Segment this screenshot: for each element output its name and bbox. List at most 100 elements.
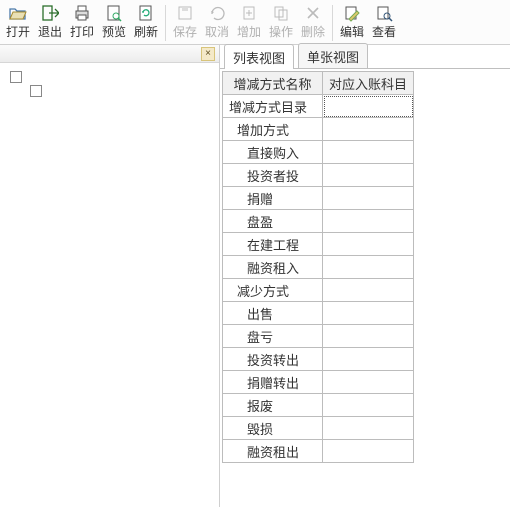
tab-list-view[interactable]: 列表视图 <box>224 44 294 69</box>
cell-name[interactable]: 捐赠 <box>223 187 323 210</box>
op-button: 操作 <box>265 2 297 44</box>
cell-account[interactable] <box>323 394 414 417</box>
grid-container: 增减方式名称 对应入账科目 增减方式目录增加方式直接购入投资者投捐赠盘盈在建工程… <box>220 69 510 507</box>
cell-name[interactable]: 捐赠转出 <box>223 371 323 394</box>
cell-account[interactable] <box>323 164 414 187</box>
printer-icon <box>72 3 92 23</box>
tree[interactable] <box>0 63 219 507</box>
table-row[interactable]: 直接购入 <box>223 141 414 164</box>
cell-account[interactable] <box>323 256 414 279</box>
cell-name[interactable]: 融资租入 <box>223 256 323 279</box>
main-area: × 列表视图 单张视图 增减方式名称 对应入账科目 <box>0 45 510 507</box>
cell-account[interactable] <box>323 279 414 302</box>
table-row[interactable]: 增加方式 <box>223 118 414 141</box>
cell-account[interactable] <box>323 210 414 233</box>
cell-account[interactable] <box>323 325 414 348</box>
refresh-icon <box>136 3 156 23</box>
tab-bar: 列表视图 单张视图 <box>220 45 510 69</box>
cell-account[interactable] <box>323 141 414 164</box>
cell-name[interactable]: 投资者投 <box>223 164 323 187</box>
delete-button: 删除 <box>297 2 329 44</box>
open-button[interactable]: 打开 <box>2 2 34 44</box>
exit-button[interactable]: 退出 <box>34 2 66 44</box>
cell-account[interactable] <box>323 302 414 325</box>
op-label: 操作 <box>269 25 293 39</box>
edit-label: 编辑 <box>340 25 364 39</box>
table-row[interactable]: 投资转出 <box>223 348 414 371</box>
toolbar-separator <box>165 5 166 41</box>
tab-single-view[interactable]: 单张视图 <box>298 43 368 68</box>
preview-label: 预览 <box>102 25 126 39</box>
checkbox-icon[interactable] <box>30 85 42 97</box>
exit-label: 退出 <box>38 25 62 39</box>
delete-label: 删除 <box>301 25 325 39</box>
table-row[interactable]: 减少方式 <box>223 279 414 302</box>
cell-name[interactable]: 毁损 <box>223 417 323 440</box>
table-row[interactable]: 盘亏 <box>223 325 414 348</box>
table-row[interactable]: 报废 <box>223 394 414 417</box>
table-row[interactable]: 融资租出 <box>223 440 414 463</box>
checkbox-icon[interactable] <box>10 71 22 83</box>
cell-account[interactable] <box>323 118 414 141</box>
add-label: 增加 <box>237 25 261 39</box>
tree-node[interactable] <box>30 85 215 97</box>
cell-name[interactable]: 直接购入 <box>223 141 323 164</box>
cancel-label: 取消 <box>205 25 229 39</box>
open-label: 打开 <box>6 25 30 39</box>
tree-node[interactable] <box>10 71 215 83</box>
refresh-button[interactable]: 刷新 <box>130 2 162 44</box>
cell-account[interactable] <box>323 348 414 371</box>
toolbar-separator <box>332 5 333 41</box>
view-label: 查看 <box>372 25 396 39</box>
cell-name[interactable]: 盘亏 <box>223 325 323 348</box>
table-row[interactable]: 融资租入 <box>223 256 414 279</box>
left-pane: × <box>0 45 220 507</box>
exit-icon <box>40 3 60 23</box>
table-row[interactable]: 捐赠 <box>223 187 414 210</box>
view-button[interactable]: 查看 <box>368 2 400 44</box>
edit-button[interactable]: 编辑 <box>336 2 368 44</box>
cell-account[interactable] <box>323 187 414 210</box>
cell-name[interactable]: 在建工程 <box>223 233 323 256</box>
cell-account[interactable] <box>323 417 414 440</box>
edit-icon <box>342 3 362 23</box>
cell-name[interactable]: 融资租出 <box>223 440 323 463</box>
print-button[interactable]: 打印 <box>66 2 98 44</box>
save-button: 保存 <box>169 2 201 44</box>
cell-name[interactable]: 增加方式 <box>223 118 323 141</box>
data-grid[interactable]: 增减方式名称 对应入账科目 增减方式目录增加方式直接购入投资者投捐赠盘盈在建工程… <box>222 71 414 463</box>
cell-name[interactable]: 增减方式目录 <box>223 95 323 118</box>
cell-name[interactable]: 出售 <box>223 302 323 325</box>
view-icon <box>374 3 394 23</box>
refresh-label: 刷新 <box>134 25 158 39</box>
table-row[interactable]: 盘盈 <box>223 210 414 233</box>
left-pane-header: × <box>0 45 219 63</box>
cell-name[interactable]: 投资转出 <box>223 348 323 371</box>
cell-name[interactable]: 减少方式 <box>223 279 323 302</box>
table-row[interactable]: 捐赠转出 <box>223 371 414 394</box>
table-row[interactable]: 增减方式目录 <box>223 95 414 118</box>
cell-account[interactable] <box>323 233 414 256</box>
column-header-name[interactable]: 增减方式名称 <box>223 72 323 95</box>
table-row[interactable]: 投资者投 <box>223 164 414 187</box>
folder-open-icon <box>8 3 28 23</box>
cell-account[interactable] <box>323 371 414 394</box>
add-button: 增加 <box>233 2 265 44</box>
print-label: 打印 <box>70 25 94 39</box>
close-icon[interactable]: × <box>201 47 215 61</box>
save-label: 保存 <box>173 25 197 39</box>
right-pane: 列表视图 单张视图 增减方式名称 对应入账科目 增减方式目录增加方式直接购入投资… <box>220 45 510 507</box>
preview-icon <box>104 3 124 23</box>
table-row[interactable]: 出售 <box>223 302 414 325</box>
op-icon <box>271 3 291 23</box>
column-header-account[interactable]: 对应入账科目 <box>323 72 414 95</box>
cancel-button: 取消 <box>201 2 233 44</box>
preview-button[interactable]: 预览 <box>98 2 130 44</box>
table-row[interactable]: 毁损 <box>223 417 414 440</box>
cell-account[interactable] <box>323 95 414 118</box>
cell-account[interactable] <box>323 440 414 463</box>
cell-name[interactable]: 盘盈 <box>223 210 323 233</box>
cell-name[interactable]: 报废 <box>223 394 323 417</box>
cancel-icon <box>207 3 227 23</box>
table-row[interactable]: 在建工程 <box>223 233 414 256</box>
